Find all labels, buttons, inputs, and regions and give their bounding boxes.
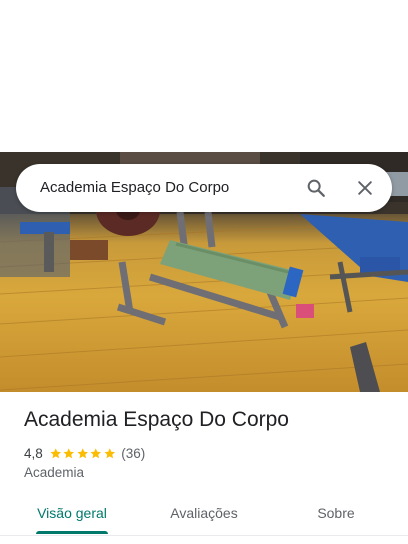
top-blank-area [0, 0, 408, 152]
place-title: Academia Espaço Do Corpo [24, 408, 289, 431]
star-icon [50, 447, 61, 458]
active-tab-indicator [36, 531, 108, 534]
review-count[interactable]: (36) [121, 446, 145, 461]
tab-reviews[interactable]: Avaliações [156, 494, 252, 534]
place-category: Academia [24, 465, 85, 480]
search-icon[interactable] [300, 172, 332, 204]
rating-row[interactable]: 4,8 (36) [24, 444, 145, 462]
place-page: Academia Espaço Do Corpo Academia Espaço… [0, 0, 408, 544]
star-icon [90, 447, 102, 458]
star-icon [63, 447, 75, 458]
star-icon [104, 447, 115, 458]
place-tabs: Visão geral Avaliações Sobre [0, 494, 408, 536]
rating-value: 4,8 [24, 445, 43, 461]
star-rating [49, 447, 117, 460]
close-icon[interactable] [349, 172, 381, 204]
search-input[interactable]: Academia Espaço Do Corpo [40, 164, 300, 212]
search-bar[interactable]: Academia Espaço Do Corpo [16, 164, 392, 212]
star-icon [77, 447, 88, 458]
tab-about[interactable]: Sobre [300, 494, 372, 534]
tab-overview[interactable]: Visão geral [24, 494, 120, 534]
